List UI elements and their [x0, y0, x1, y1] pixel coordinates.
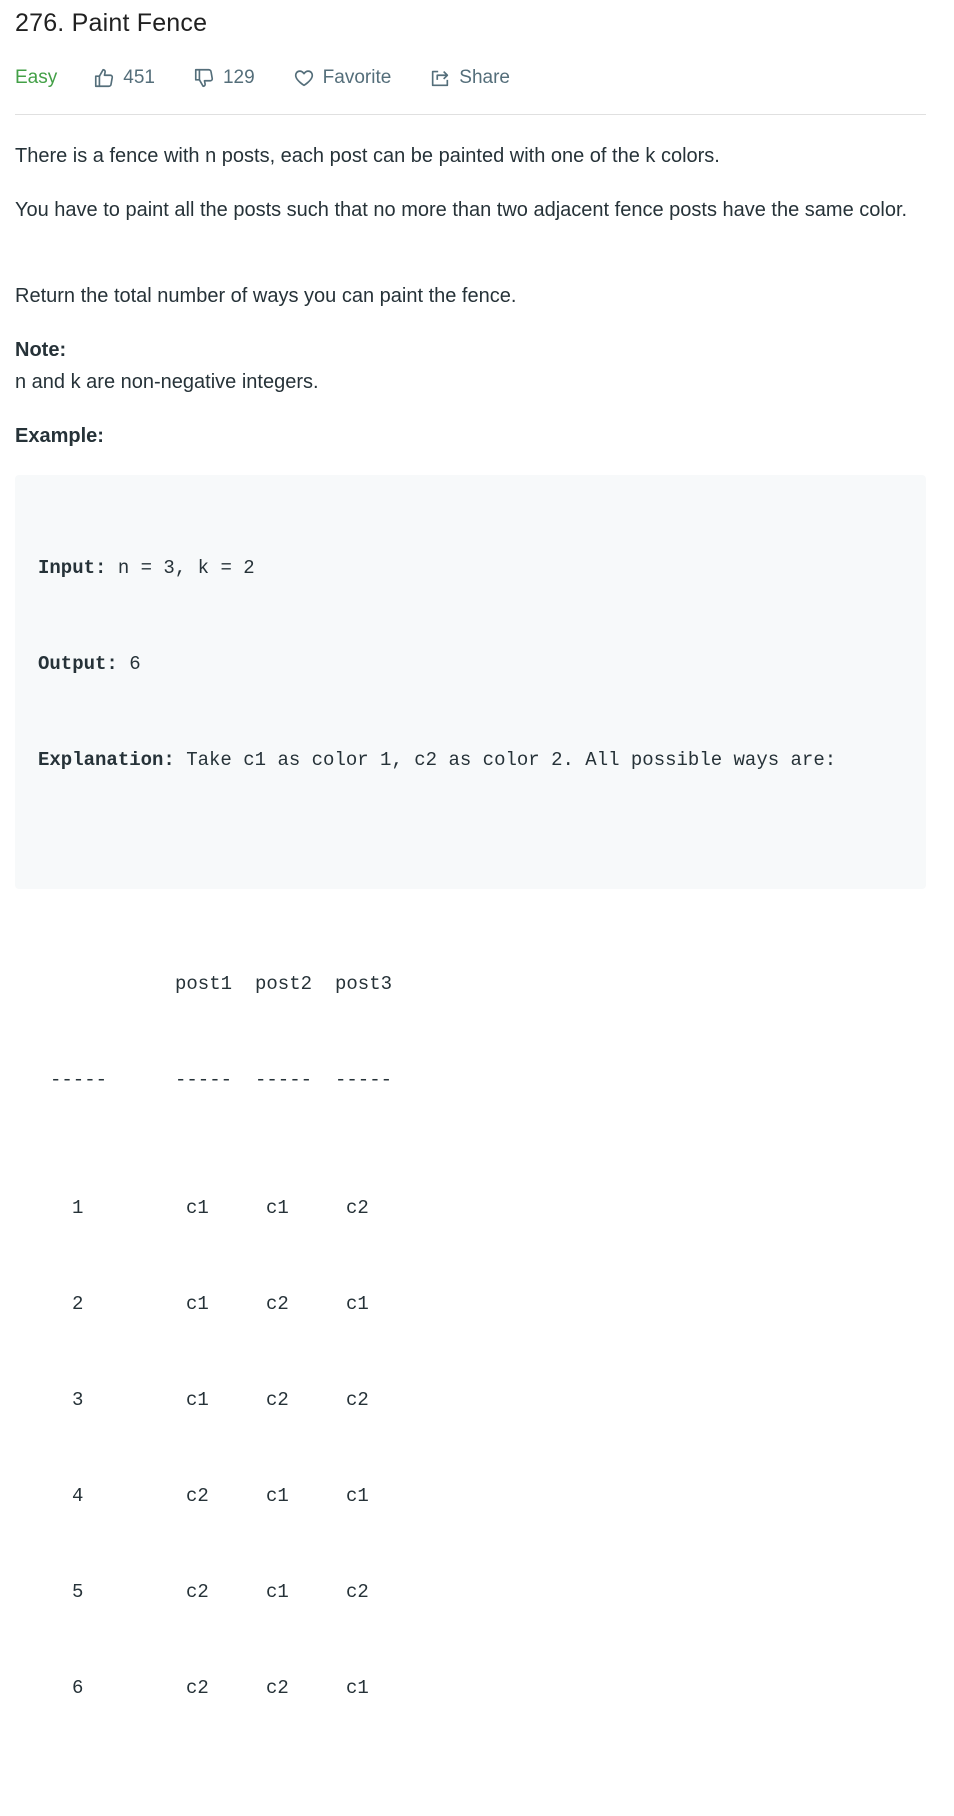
output-line: Output: 6: [38, 648, 836, 680]
favorite-button[interactable]: Favorite: [293, 67, 392, 89]
row-index: 4: [72, 1485, 84, 1507]
table-row: 3 c1 c2 c2: [38, 1384, 836, 1416]
header-post3: post3: [335, 973, 393, 995]
row-index: 2: [72, 1293, 84, 1315]
thumbs-down-icon: [194, 68, 214, 88]
row-post1: c2: [186, 1677, 209, 1699]
thumbs-up-icon: [95, 68, 114, 88]
row-post2: c1: [266, 1485, 289, 1507]
table-separator-row: ----- ----- ----- -----: [38, 1064, 836, 1096]
header-post1: post1: [175, 973, 233, 995]
problem-page: 276. Paint Fence Easy 451 129 Favorite S…: [0, 0, 954, 1699]
input-label: Input:: [38, 557, 107, 579]
row-post1: c2: [186, 1485, 209, 1507]
note-text: n and k are non-negative integers.: [15, 371, 319, 393]
table-row: 1 c1 c1 c2: [38, 1192, 836, 1224]
like-button[interactable]: 451: [93, 67, 155, 89]
row-post3: c2: [346, 1389, 369, 1411]
row-index: 3: [72, 1389, 84, 1411]
explanation-label: Explanation:: [38, 749, 175, 771]
row-post2: c2: [266, 1677, 289, 1699]
like-count: 451: [123, 67, 155, 88]
share-icon: [432, 70, 449, 87]
output-label: Output:: [38, 653, 118, 675]
note-heading: Note:: [15, 339, 67, 361]
description-paragraph-3: Return the total number of ways you can …: [15, 285, 517, 307]
problem-title: 276. Paint Fence: [15, 9, 208, 37]
output-value: 6: [117, 653, 141, 675]
separator-post2: -----: [255, 1069, 313, 1091]
description-paragraph-2: You have to paint all the posts such tha…: [15, 199, 908, 221]
dislike-count: 129: [222, 67, 255, 88]
row-post1: c2: [186, 1581, 209, 1603]
row-post1: c1: [186, 1197, 209, 1219]
table-row: 5 c2 c1 c2: [38, 1576, 836, 1608]
dislike-button[interactable]: 129: [193, 67, 255, 89]
example-code: Input: n = 3, k = 2 Output: 6 Explanatio…: [38, 488, 836, 1768]
row-index: 6: [72, 1677, 84, 1699]
header-divider: [15, 114, 926, 115]
row-post2: c1: [266, 1197, 289, 1219]
difficulty-badge: Easy: [15, 67, 58, 88]
share-label: Share: [459, 67, 510, 88]
row-index: 1: [72, 1197, 84, 1219]
table-row: 6 c2 c2 c1: [38, 1672, 836, 1704]
row-post3: c2: [346, 1197, 369, 1219]
header-post2: post2: [255, 973, 313, 995]
explanation-value: Take c1 as color 1, c2 as color 2. All p…: [174, 749, 837, 771]
row-post2: c2: [266, 1293, 289, 1315]
row-post3: c1: [346, 1677, 369, 1699]
table-header-row: post1 post2 post3: [38, 968, 836, 1000]
heart-icon: [294, 70, 313, 87]
row-post1: c1: [186, 1293, 209, 1315]
row-post1: c1: [186, 1389, 209, 1411]
problem-meta-bar: Easy 451 129 Favorite Share: [15, 62, 548, 94]
row-post2: c2: [266, 1389, 289, 1411]
explanation-line: Explanation: Take c1 as color 1, c2 as c…: [38, 744, 836, 776]
table-row: 4 c2 c1 c1: [38, 1480, 836, 1512]
row-post3: c1: [346, 1293, 369, 1315]
separator-post3: -----: [335, 1069, 393, 1091]
row-post2: c1: [266, 1581, 289, 1603]
row-post3: c1: [346, 1485, 369, 1507]
example-code-block: Input: n = 3, k = 2 Output: 6 Explanatio…: [15, 475, 926, 1699]
separator-post1: -----: [175, 1069, 233, 1091]
favorite-label: Favorite: [322, 67, 392, 88]
description-paragraph-1: There is a fence with n posts, each post…: [15, 145, 720, 167]
table-row: 2 c1 c2 c1: [38, 1288, 836, 1320]
input-value: n = 3, k = 2: [106, 557, 255, 579]
example-heading: Example:: [15, 425, 104, 447]
separator-index: -----: [50, 1069, 108, 1091]
row-index: 5: [72, 1581, 84, 1603]
input-line: Input: n = 3, k = 2: [38, 552, 836, 584]
row-post3: c2: [346, 1581, 369, 1603]
share-button[interactable]: Share: [429, 67, 510, 89]
